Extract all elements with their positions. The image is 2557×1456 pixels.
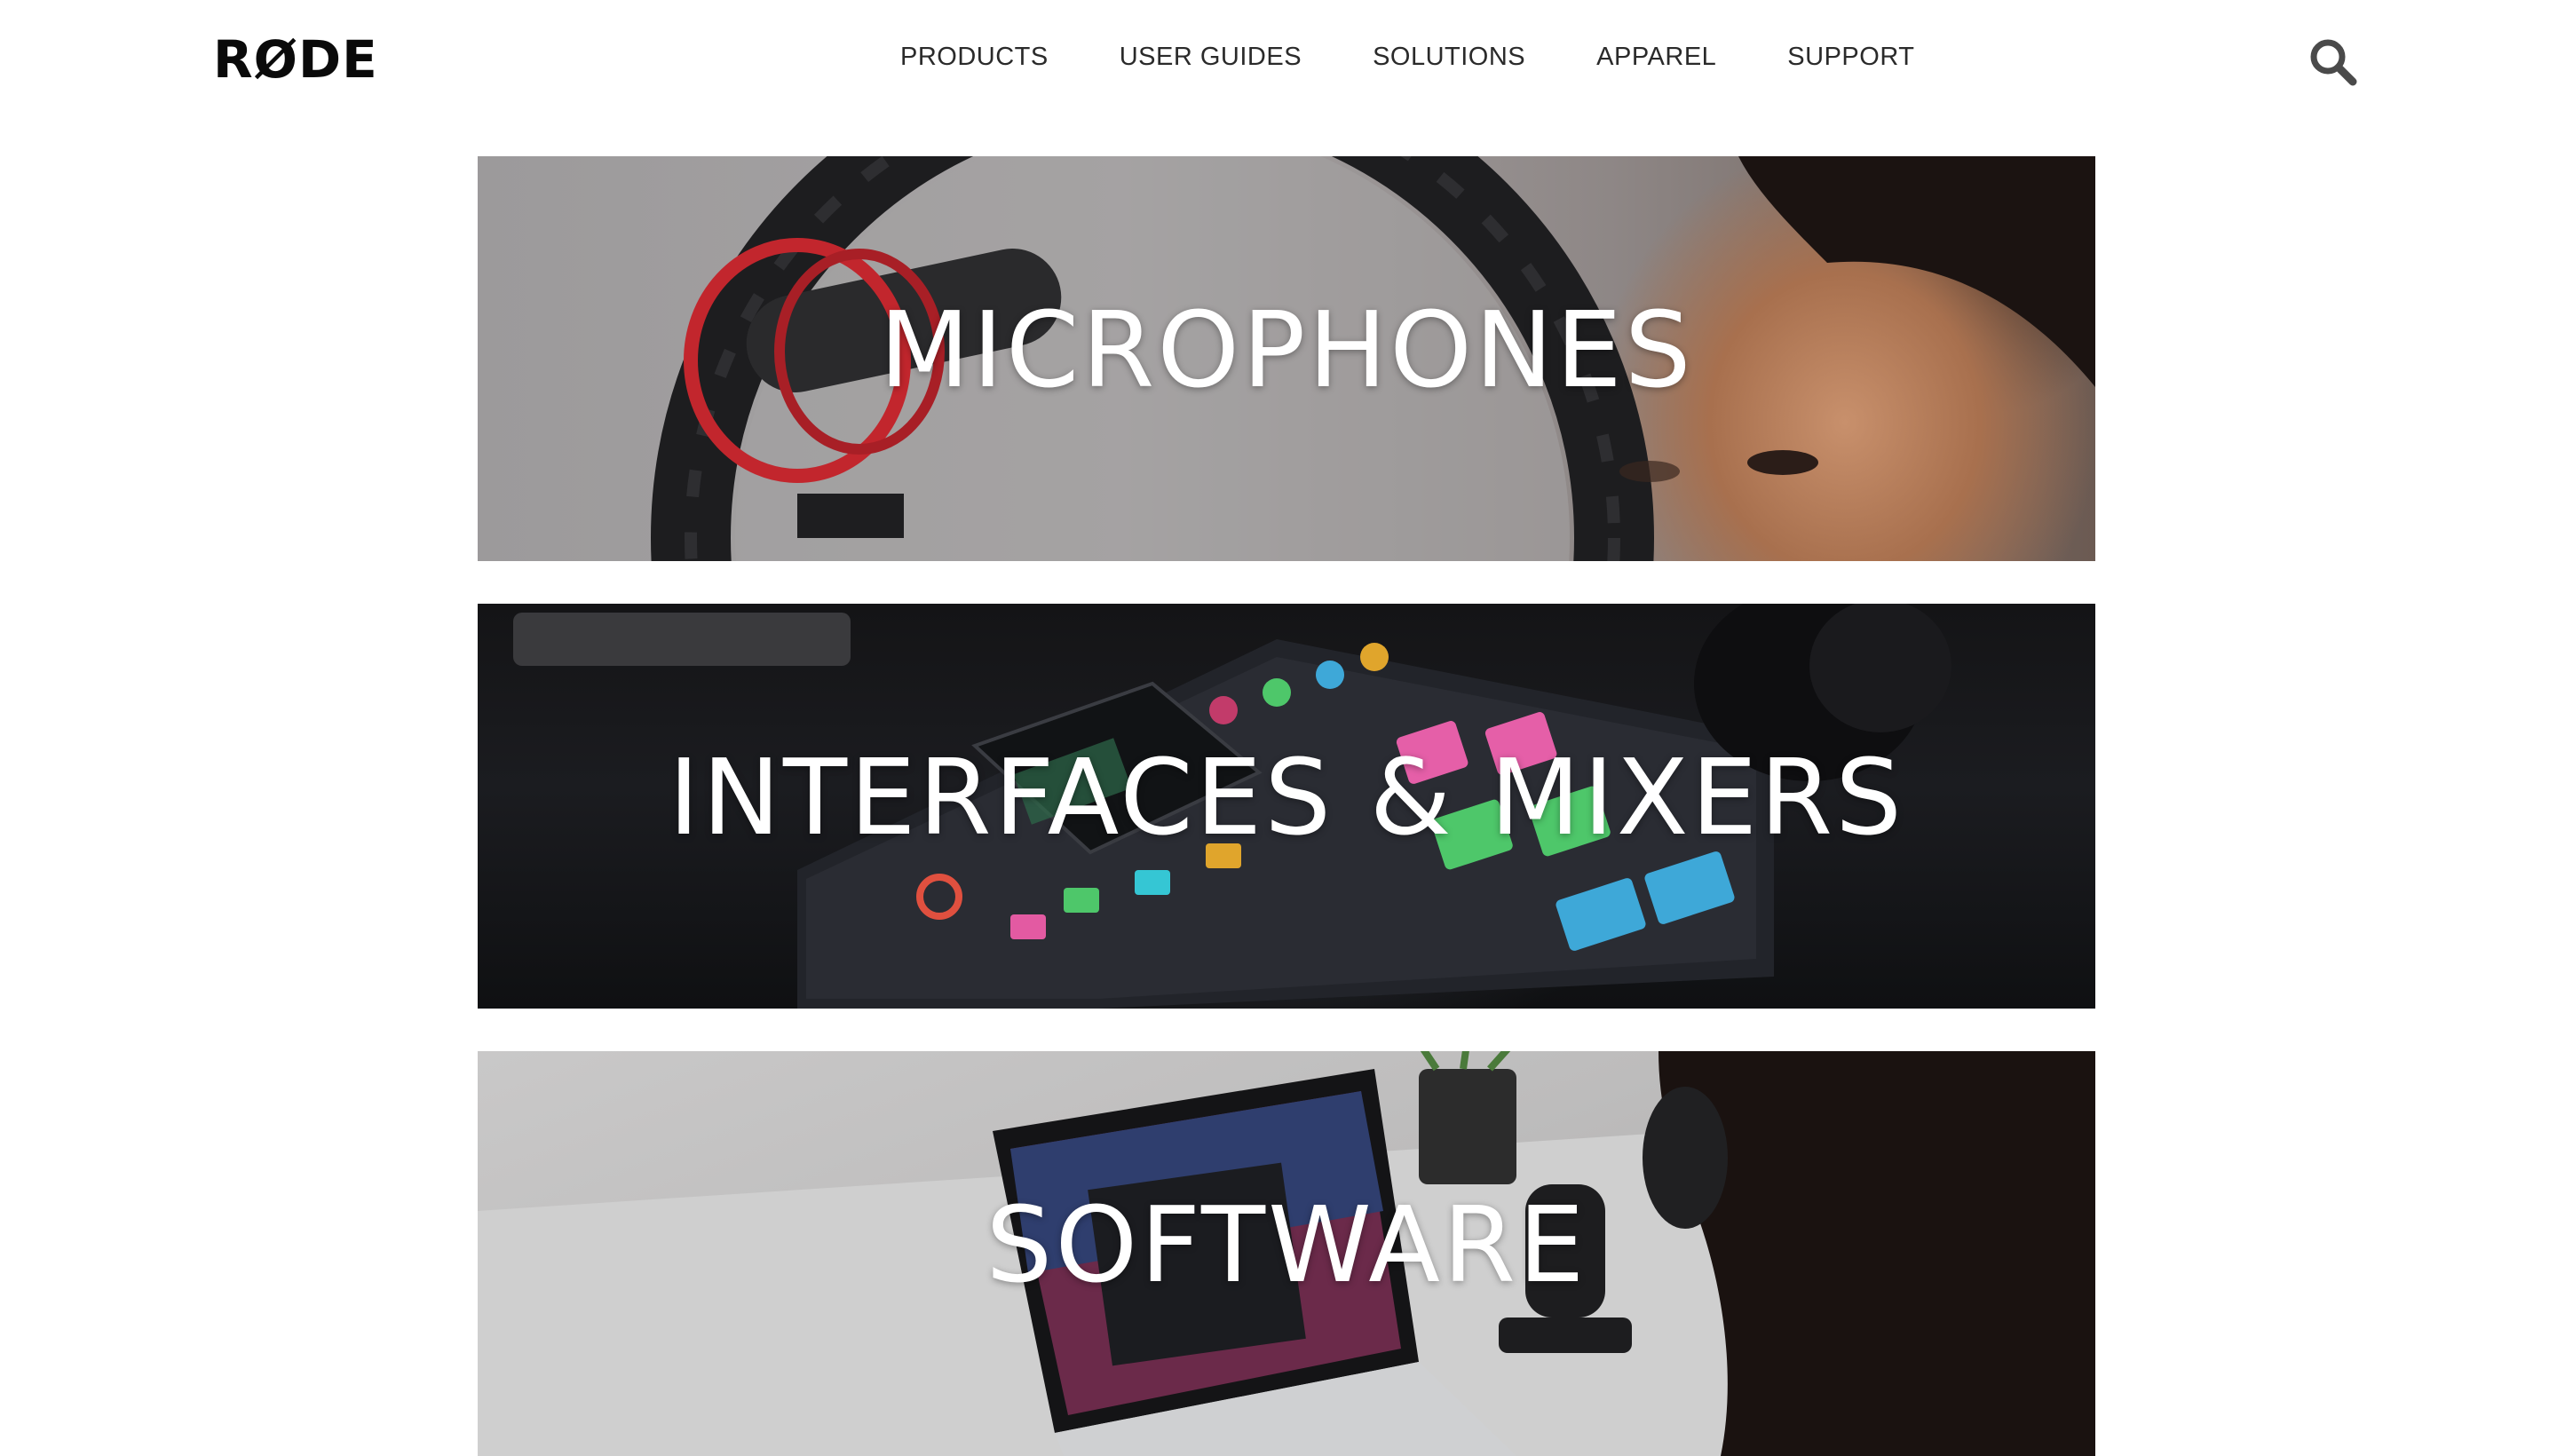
nav-item-support[interactable]: SUPPORT — [1787, 39, 1914, 75]
nav-item-apparel[interactable]: APPAREL — [1596, 39, 1716, 75]
category-title-interfaces-mixers: INTERFACES & MIXERS — [668, 736, 1905, 859]
category-tile-interfaces-mixers[interactable]: INTERFACES & MIXERS — [478, 604, 2095, 1009]
main-nav: PRODUCTS USER GUIDES SOLUTIONS APPAREL S… — [900, 39, 1914, 75]
rode-logo[interactable]: RØDE — [213, 34, 378, 85]
search-icon — [2310, 39, 2357, 86]
category-title-microphones: MICROPHONES — [879, 289, 1694, 411]
category-tile-microphones[interactable]: MICROPHONES — [478, 156, 2095, 561]
category-tiles: MICROPHONES INTERFACES & MIXERS SOFTWARE — [478, 156, 2095, 1456]
site-header: RØDE PRODUCTS USER GUIDES SOLUTIONS APPA… — [0, 0, 2557, 115]
category-tile-software[interactable]: SOFTWARE — [478, 1051, 2095, 1456]
nav-item-products[interactable]: PRODUCTS — [900, 39, 1049, 75]
nav-item-solutions[interactable]: SOLUTIONS — [1373, 39, 1525, 75]
nav-item-user-guides[interactable]: USER GUIDES — [1120, 39, 1302, 75]
category-title-software: SOFTWARE — [986, 1183, 1587, 1306]
search-button[interactable] — [2307, 36, 2360, 89]
